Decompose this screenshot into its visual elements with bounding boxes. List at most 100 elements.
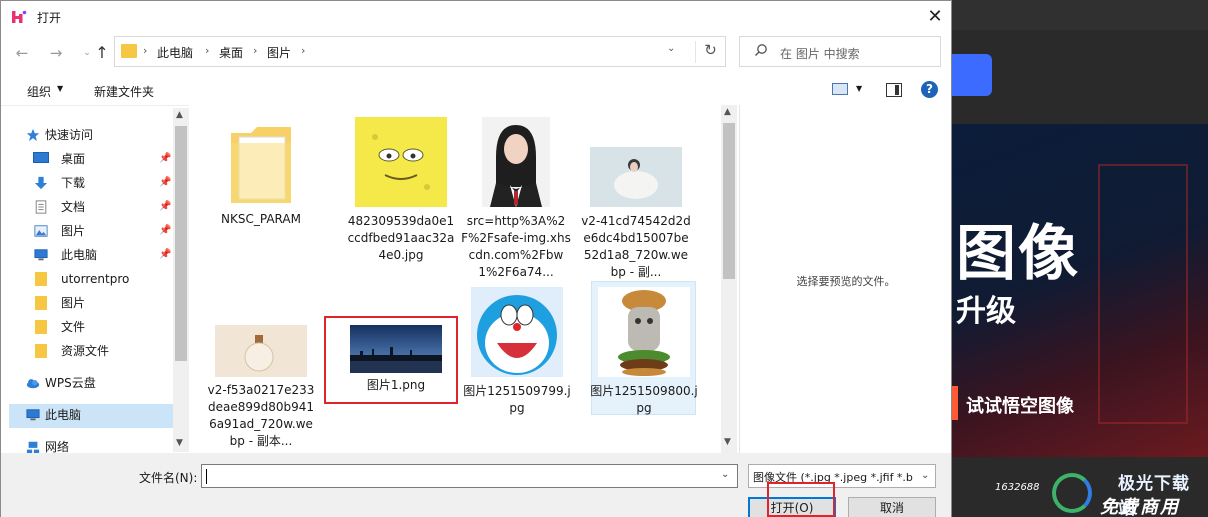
sidebar-item-resources-folder[interactable]: 资源文件 — [23, 339, 173, 363]
file-list-scroll-thumb[interactable] — [723, 123, 735, 279]
sidebar-item-label: 图片 — [61, 224, 86, 238]
banner-subtitle: 升级 — [956, 294, 1016, 329]
preview-pane-icon[interactable] — [886, 83, 902, 97]
pin-icon[interactable]: 📌 — [159, 195, 171, 219]
open-file-dialog: 打开 ✕ ← → ⌄ ↑ › 此电脑 › 桌面 › 图片 › ⌄ ↻ 在 图片 … — [0, 0, 952, 517]
breadcrumb-desktop[interactable]: 桌面 — [219, 44, 243, 61]
scroll-up-icon[interactable]: ▲ — [724, 107, 731, 117]
dialog-titlebar[interactable]: 打开 ✕ — [1, 1, 951, 33]
image-thumbnail — [215, 325, 307, 377]
watermark-logo-icon — [1052, 473, 1092, 513]
breadcrumb-separator[interactable]: › — [301, 44, 305, 57]
breadcrumb-this-pc[interactable]: 此电脑 — [157, 44, 193, 61]
like-count: 1632688 — [995, 482, 1040, 493]
change-view-icon[interactable] — [832, 83, 848, 95]
folder-icon — [121, 44, 137, 58]
cloud-icon — [26, 379, 40, 389]
sidebar-item-pictures[interactable]: 图片 📌 — [23, 219, 173, 243]
annotation-highlight-box — [767, 482, 835, 517]
image-thumbnail — [482, 117, 550, 207]
folder-icon — [231, 127, 291, 203]
file-name: 图片1251509799.jpg — [463, 384, 571, 415]
folder-icon — [35, 296, 47, 310]
file-item-spongebob[interactable]: 482309539da0e1ccdfbed91aac32a4e0.jpg — [346, 115, 456, 265]
back-button[interactable]: ← — [11, 43, 33, 63]
address-dropdown-button[interactable]: ⌄ — [667, 43, 675, 54]
download-icon — [34, 176, 48, 190]
sidebar-item-this-pc-pinned[interactable]: 此电脑 📌 — [23, 243, 173, 267]
address-bar[interactable]: › 此电脑 › 桌面 › 图片 › ⌄ ↻ — [114, 36, 726, 67]
file-list-scrollbar[interactable]: ▲ ▼ — [721, 105, 737, 453]
view-options-caret-icon[interactable]: ▼ — [856, 84, 862, 93]
new-folder-button[interactable]: 新建文件夹 — [94, 83, 154, 100]
pin-icon[interactable]: 📌 — [159, 171, 171, 195]
forward-button[interactable]: → — [45, 43, 67, 63]
file-name: src=http%3A%2F%2Fsafe-img.xhscdn.com%2Fb… — [461, 214, 571, 279]
file-item-webp-woman[interactable]: v2-41cd74542d2de6dc4bd15007be52d1a8_720w… — [581, 115, 691, 285]
app-icon — [12, 10, 27, 23]
annotation-highlight-box — [324, 316, 458, 404]
sidebar-item-quick-access[interactable]: 快速访问 — [15, 123, 165, 147]
file-item-folder[interactable]: NKSC_PARAM — [206, 115, 316, 235]
image-thumbnail — [471, 287, 563, 377]
file-name: 图片1251509800.jpg — [590, 384, 698, 415]
pin-icon[interactable]: 📌 — [159, 243, 171, 267]
pictures-icon — [34, 225, 48, 237]
sidebar-item-label: 图片 — [61, 296, 86, 310]
image-thumbnail — [355, 117, 447, 207]
file-item-webp-bottle[interactable]: v2-f53a0217e233deae899d80b9416a91ad_720w… — [206, 320, 316, 450]
sidebar-item-this-pc[interactable]: 此电脑 — [15, 403, 165, 427]
search-input[interactable]: 在 图片 中搜索 — [739, 36, 941, 67]
sidebar-item-documents[interactable]: 文档 📌 — [23, 195, 173, 219]
banner-cta-text[interactable]: 试试悟空图像 — [966, 392, 1074, 418]
pin-icon[interactable]: 📌 — [159, 147, 171, 171]
breadcrumb-separator[interactable]: › — [143, 44, 147, 57]
sidebar-scrollbar[interactable]: ▲ ▼ — [173, 108, 189, 452]
scroll-up-icon[interactable]: ▲ — [176, 110, 183, 120]
chevron-down-icon[interactable]: ⌄ — [721, 469, 729, 480]
up-folder-button[interactable]: ↑ — [91, 43, 113, 63]
watermark-logo: 极光下载站 免费商用 — [1050, 465, 1206, 517]
dialog-title: 打开 — [37, 11, 62, 25]
breadcrumb-separator[interactable]: › — [205, 44, 209, 57]
pin-icon[interactable]: 📌 — [159, 219, 171, 243]
sidebar-item-label: 文件 — [61, 320, 86, 334]
sidebar-scroll-thumb[interactable] — [175, 126, 187, 361]
sidebar-item-label: WPS云盘 — [45, 376, 96, 390]
organize-button[interactable]: 组织 — [27, 83, 51, 100]
chevron-down-icon[interactable]: ⌄ — [921, 470, 929, 481]
command-toolbar: 组织 ▼ 新建文件夹 ▼ ? — [1, 75, 951, 105]
filename-label: 文件名(N): — [139, 471, 198, 485]
sidebar-item-files-folder[interactable]: 文件 — [23, 315, 173, 339]
file-item-portrait[interactable]: src=http%3A%2F%2Fsafe-img.xhscdn.com%2Fb… — [461, 115, 571, 285]
cancel-button[interactable]: 取消 — [848, 497, 936, 517]
scroll-down-icon[interactable]: ▼ — [176, 438, 183, 448]
sidebar-item-utorrentpro[interactable]: utorrentpro — [23, 267, 173, 291]
sidebar-item-downloads[interactable]: 下载 📌 — [23, 171, 173, 195]
scroll-down-icon[interactable]: ▼ — [724, 437, 731, 447]
file-name: v2-41cd74542d2de6dc4bd15007be52d1a8_720w… — [581, 214, 691, 279]
folder-icon — [35, 344, 47, 358]
banner-title: 图像 — [956, 219, 1080, 289]
breadcrumb-separator[interactable]: › — [253, 44, 257, 57]
help-icon[interactable]: ? — [921, 81, 938, 98]
preview-pane: 选择要预览的文件。 — [739, 105, 951, 453]
close-button[interactable]: ✕ — [919, 3, 951, 31]
search-placeholder: 在 图片 中搜索 — [780, 47, 860, 61]
sidebar-item-wps-cloud[interactable]: WPS云盘 — [15, 371, 165, 395]
sidebar-item-desktop[interactable]: 桌面 📌 — [23, 147, 173, 171]
file-item-doraemon[interactable]: 图片1251509799.jpg — [462, 287, 572, 417]
refresh-button[interactable]: ↻ — [695, 41, 725, 63]
watermark-line2: 免费商用 — [1100, 497, 1180, 517]
breadcrumb-pictures[interactable]: 图片 — [267, 44, 291, 61]
sidebar-item-pictures-folder[interactable]: 图片 — [23, 291, 173, 315]
star-icon — [26, 128, 40, 142]
organize-caret-icon[interactable]: ▼ — [57, 84, 63, 93]
background-blue-button[interactable] — [952, 54, 992, 96]
sidebar-item-label: 资源文件 — [61, 344, 110, 358]
document-icon — [35, 200, 47, 214]
filename-input[interactable]: ⌄ — [201, 464, 738, 488]
image-thumbnail — [590, 147, 682, 207]
file-item-burger-cat[interactable]: 图片1251509800.jpg — [589, 287, 699, 417]
text-cursor — [206, 469, 207, 484]
